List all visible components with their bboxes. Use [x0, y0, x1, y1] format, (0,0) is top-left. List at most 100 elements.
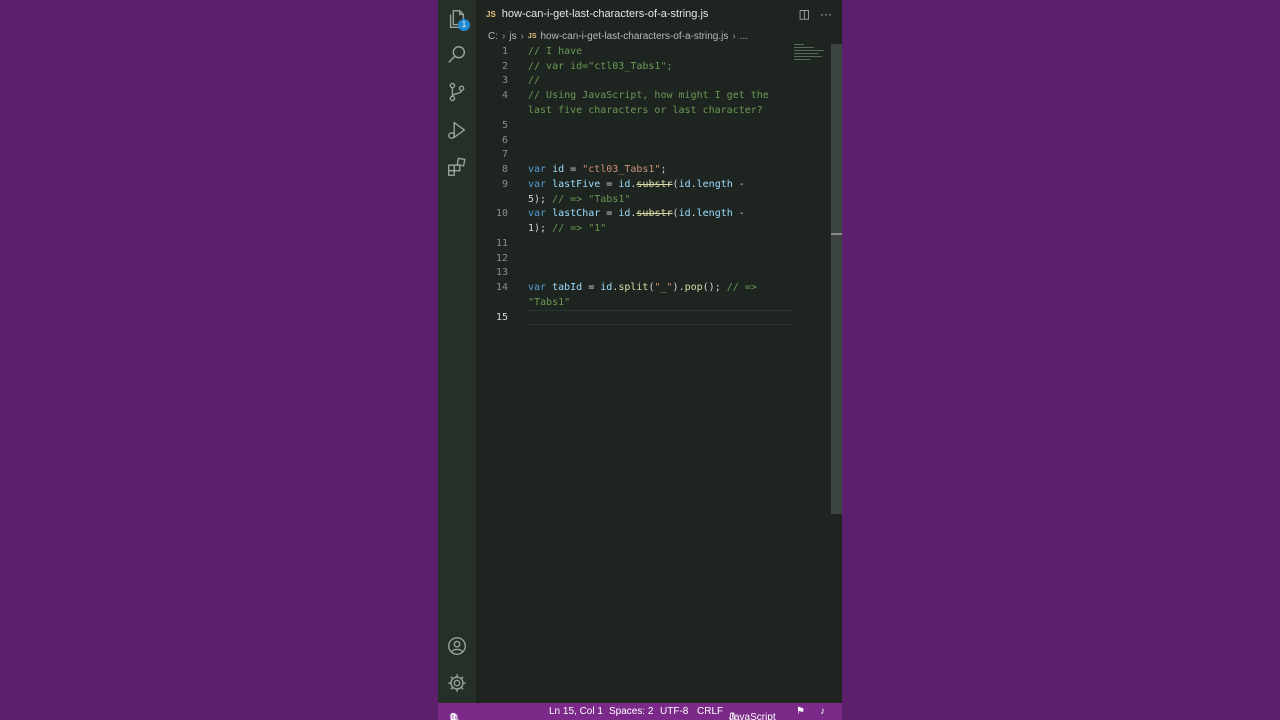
line-ending[interactable]: CRLF [697, 706, 723, 717]
keyword: var [528, 282, 547, 293]
code-line: 14 var tabId = id.split("_").pop(); // =… [476, 280, 796, 295]
variable: lastChar [552, 208, 601, 219]
tab-actions: ◫ ··· [799, 6, 832, 22]
deprecated-method: substr [636, 179, 673, 190]
code-line: 11 [476, 236, 796, 251]
code-line-wrap: 1); // => "1" [476, 221, 796, 236]
code-line: 12 [476, 251, 796, 266]
punctuation: ); [534, 194, 553, 205]
tab-filename: how-can-i-get-last-characters-of-a-strin… [501, 8, 709, 20]
run-debug-icon[interactable] [446, 119, 468, 141]
code-line: 8 var id = "ctl03_Tabs1"; [476, 162, 796, 177]
line-number: 6 [501, 135, 508, 146]
method: pop [684, 282, 703, 293]
breadcrumb-drive[interactable]: C: [488, 31, 498, 42]
operator: = [582, 282, 601, 293]
breadcrumb-file[interactable]: how-can-i-get-last-characters-of-a-strin… [540, 31, 728, 42]
punctuation: ); [534, 223, 553, 234]
punctuation: ). [672, 282, 685, 293]
account-icon[interactable] [446, 635, 468, 657]
editor-tab[interactable]: JS how-can-i-get-last-characters-of-a-st… [476, 0, 714, 28]
code-line: 4 // Using JavaScript, how might I get t… [476, 88, 796, 103]
comment: // => "1" [552, 223, 607, 234]
line-number: 12 [495, 253, 508, 264]
keyword: var [528, 179, 547, 190]
line-number: 15 [495, 312, 508, 323]
code-editor[interactable]: 1 // I have 2 // var id="ctl03_Tabs1"; 3… [476, 44, 842, 703]
keyword: var [528, 164, 547, 175]
line-number: 3 [501, 75, 508, 86]
property: length [696, 208, 733, 219]
line-number: 4 [501, 90, 508, 101]
vscode-window: 1 JS how-can-i-get-last-characters-of-a-… [438, 0, 842, 720]
source-control-icon[interactable] [446, 81, 468, 103]
code-line: 9 var lastFive = id.substr(id.length - [476, 177, 796, 192]
punctuation: (); [702, 282, 727, 293]
code-line: 3 // [476, 73, 796, 88]
operator: = [564, 164, 583, 175]
variable: tabId [552, 282, 583, 293]
variable: id [618, 179, 631, 190]
chevron-right-icon: › [502, 30, 506, 42]
feedback-icon[interactable]: ⚑ [796, 706, 805, 717]
split-editor-icon[interactable]: ◫ [799, 6, 810, 22]
variable: id [678, 179, 691, 190]
variable: id [678, 208, 691, 219]
line-number: 9 [501, 179, 508, 190]
line-number: 2 [501, 61, 508, 72]
string: "ctl03_Tabs1" [582, 164, 661, 175]
search-icon[interactable] [446, 44, 468, 66]
explorer-badge: 1 [458, 19, 470, 31]
js-file-icon: JS [486, 9, 496, 19]
code-line-wrap: "Tabs1" [476, 295, 796, 310]
line-number: 1 [501, 46, 508, 57]
comment: // => "Tabs1" [552, 194, 631, 205]
chevron-right-icon: › [520, 30, 524, 42]
operator: - [732, 208, 745, 219]
more-actions-icon[interactable]: ··· [820, 6, 832, 22]
warning-count: 0 [450, 711, 456, 720]
minimap[interactable] [794, 44, 828, 74]
code-line: 7 [476, 147, 796, 162]
code-line: 1 // I have [476, 44, 796, 59]
code-line: 2 // var id="ctl03_Tabs1"; [476, 59, 796, 74]
js-file-icon: JS [527, 32, 537, 40]
line-number: 10 [495, 208, 508, 219]
language-label: JavaScript [729, 711, 776, 720]
indentation[interactable]: Spaces: 2 [609, 706, 653, 717]
code-line: 10 var lastChar = id.substr(id.length - [476, 206, 796, 221]
activity-bar: 1 [438, 0, 476, 703]
deprecated-method: substr [636, 208, 673, 219]
code-line: 13 [476, 265, 796, 280]
comment: // Using JavaScript, how might I get the [528, 90, 769, 101]
settings-gear-icon[interactable] [446, 672, 468, 694]
comment: // [528, 75, 541, 86]
line-number: 11 [495, 238, 508, 249]
notifications-bell-icon[interactable]: ♪ [820, 706, 825, 717]
variable: id [552, 164, 565, 175]
code-line: 6 [476, 133, 796, 148]
breadcrumb-folder[interactable]: js [509, 31, 516, 42]
variable: id [618, 208, 631, 219]
property: length [696, 179, 733, 190]
operator: = [600, 179, 619, 190]
code-line-current: 15 [476, 310, 796, 325]
tab-bar: JS how-can-i-get-last-characters-of-a-st… [476, 0, 842, 28]
comment: // var id="ctl03_Tabs1"; [528, 61, 673, 72]
vertical-scrollbar[interactable] [831, 44, 842, 514]
encoding[interactable]: UTF-8 [660, 706, 688, 717]
keyword: var [528, 208, 547, 219]
code-line: 5 [476, 118, 796, 133]
string: "_" [654, 282, 673, 293]
operator: = [600, 208, 619, 219]
method: split [618, 282, 649, 293]
extensions-icon[interactable] [446, 156, 468, 178]
status-bar: ⊗ 0 ⚠ 0 Ln 15, Col 1 Spaces: 2 UTF-8 CRL… [438, 703, 842, 720]
punctuation: ; [660, 164, 667, 175]
line-number: 7 [501, 149, 508, 160]
cursor-position[interactable]: Ln 15, Col 1 [549, 706, 603, 717]
breadcrumb-more[interactable]: ... [740, 31, 748, 42]
line-number: 8 [501, 164, 508, 175]
comment: // => [726, 282, 757, 293]
breadcrumb: C: › js › JS how-can-i-get-last-characte… [488, 29, 748, 43]
